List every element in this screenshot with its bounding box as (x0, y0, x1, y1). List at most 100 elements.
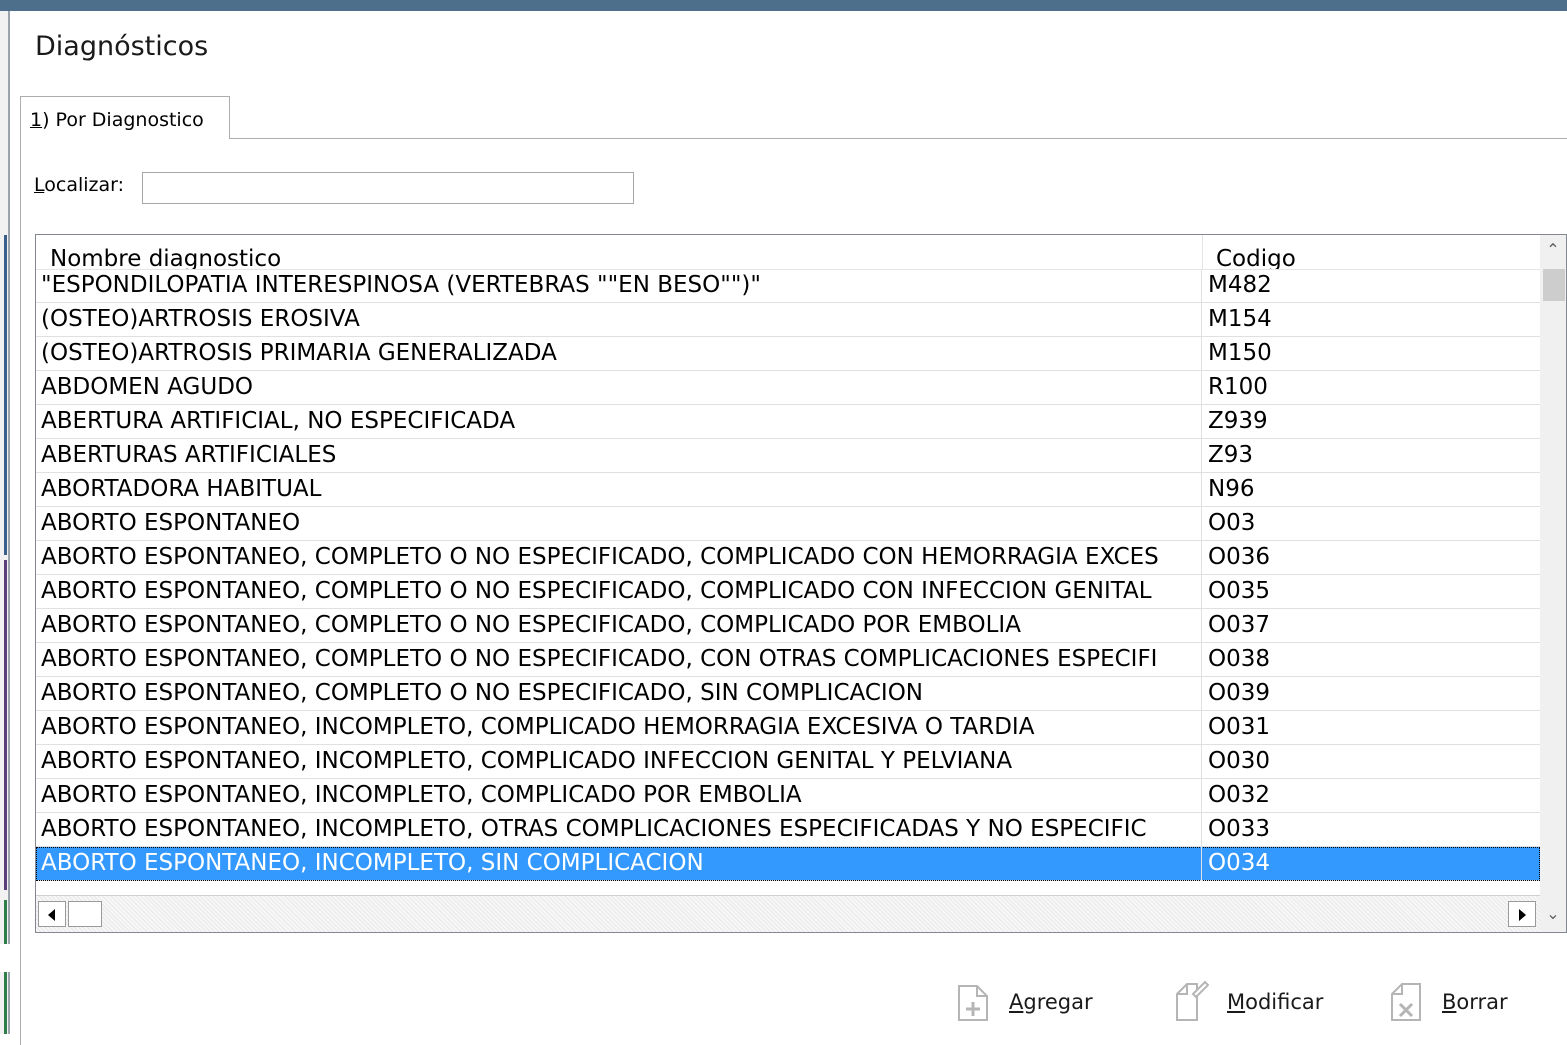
tab-panel-border (20, 138, 21, 1045)
cell-nombre: ABORTADORA HABITUAL (41, 476, 322, 502)
cell-separator (1201, 473, 1202, 507)
cell-codigo: O036 (1208, 544, 1271, 570)
scroll-left-icon[interactable] (38, 901, 66, 927)
table-row[interactable]: ABORTO ESPONTANEO, INCOMPLETO, COMPLICAD… (36, 745, 1540, 779)
cell-separator (1201, 677, 1202, 711)
background-app-accent (4, 560, 7, 890)
delete-button[interactable]: Borrar (1388, 973, 1508, 1031)
cell-codigo: O035 (1208, 578, 1271, 604)
cell-codigo: Z939 (1208, 408, 1268, 434)
cell-codigo: O031 (1208, 714, 1271, 740)
cell-codigo: R100 (1208, 374, 1268, 400)
table-row[interactable]: ABORTO ESPONTANEO, INCOMPLETO, COMPLICAD… (36, 779, 1540, 813)
cell-separator (1201, 711, 1202, 745)
search-label-accelerator: L (34, 174, 45, 196)
table-row[interactable]: ABORTO ESPONTANEO, INCOMPLETO, SIN COMPL… (36, 847, 1540, 881)
cell-separator (1201, 745, 1202, 779)
cell-codigo: O037 (1208, 612, 1271, 638)
cell-codigo: O03 (1208, 510, 1256, 536)
cell-separator (1201, 541, 1202, 575)
grid-header: Nombre diagnostico Codigo (36, 235, 1540, 270)
cell-nombre: ABORTO ESPONTANEO, COMPLETO O NO ESPECIF… (41, 544, 1159, 570)
scroll-down-icon[interactable]: ⌄ (1540, 895, 1566, 932)
table-row[interactable]: ABORTO ESPONTANEO O03 (36, 507, 1540, 541)
table-row[interactable]: ABORTO ESPONTANEO, COMPLETO O NO ESPECIF… (36, 677, 1540, 711)
modify-label: odificar (1245, 990, 1324, 1014)
cell-codigo: N96 (1208, 476, 1255, 502)
cell-codigo: O033 (1208, 816, 1271, 842)
column-separator[interactable] (1202, 235, 1203, 269)
table-row[interactable]: ABERTURA ARTIFICIAL, NO ESPECIFICADA Z939 (36, 405, 1540, 439)
cell-separator (1201, 337, 1202, 371)
grid-rows: "ESPONDILOPATIA INTERESPINOSA (VERTEBRAS… (36, 269, 1540, 881)
table-row[interactable]: ABORTO ESPONTANEO, INCOMPLETO, COMPLICAD… (36, 711, 1540, 745)
table-row[interactable]: ABORTO ESPONTANEO, COMPLETO O NO ESPECIF… (36, 541, 1540, 575)
search-label-text: ocalizar: (44, 174, 125, 196)
table-row[interactable]: ABORTO ESPONTANEO, COMPLETO O NO ESPECIF… (36, 643, 1540, 677)
cell-separator (1201, 813, 1202, 847)
table-row[interactable]: ABORTO ESPONTANEO, COMPLETO O NO ESPECIF… (36, 609, 1540, 643)
table-row[interactable]: ABORTADORA HABITUAL N96 (36, 473, 1540, 507)
edit-document-icon (1176, 980, 1209, 1021)
modify-accelerator: M (1227, 990, 1246, 1014)
cell-codigo: O038 (1208, 646, 1271, 672)
cell-separator (1201, 371, 1202, 405)
add-accelerator: A (1009, 990, 1024, 1014)
cell-separator (1201, 779, 1202, 813)
cell-separator (1201, 405, 1202, 439)
delete-accelerator: B (1442, 990, 1457, 1014)
cell-nombre: ABDOMEN AGUDO (41, 374, 254, 400)
cell-separator (1201, 609, 1202, 643)
title-bar-border (0, 0, 1567, 11)
cell-codigo: O034 (1208, 850, 1271, 876)
modify-button[interactable]: Modificar (1173, 973, 1323, 1031)
cell-nombre: (OSTEO)ARTROSIS PRIMARIA GENERALIZADA (41, 340, 557, 366)
table-row[interactable]: ABDOMEN AGUDO R100 (36, 371, 1540, 405)
cell-codigo: M150 (1208, 340, 1272, 366)
table-row[interactable]: (OSTEO)ARTROSIS PRIMARIA GENERALIZADA M15… (36, 337, 1540, 371)
vertical-scroll-thumb[interactable] (1543, 269, 1565, 301)
delete-label: orrar (1456, 990, 1508, 1014)
cell-nombre: ABERTURAS ARTIFICIALES (41, 442, 337, 468)
diagnosticos-dialog: Diagnósticos 1) Por Diagnostico Localiza… (10, 11, 1567, 1045)
tab-accelerator: 1 (30, 109, 43, 131)
background-app-accent (4, 235, 7, 555)
add-button[interactable]: Agregar (955, 973, 1093, 1031)
cell-nombre: ABORTO ESPONTANEO, INCOMPLETO, OTRAS COM… (41, 816, 1147, 842)
cell-nombre: ABORTO ESPONTANEO, COMPLETO O NO ESPECIF… (41, 612, 1021, 638)
diagnosis-grid[interactable]: Nombre diagnostico Codigo "ESPONDILOPATI… (35, 234, 1567, 933)
add-document-icon (958, 985, 988, 1021)
table-row[interactable]: ABORTO ESPONTANEO, INCOMPLETO, OTRAS COM… (36, 813, 1540, 847)
table-row[interactable]: ABERTURAS ARTIFICIALES Z93 (36, 439, 1540, 473)
search-label: Localizar: (34, 174, 124, 196)
scroll-up-icon[interactable]: ⌃ (1540, 235, 1566, 265)
search-input[interactable] (142, 172, 634, 204)
cell-separator (1201, 575, 1202, 609)
cell-separator (1201, 303, 1202, 337)
tab-strip-line (20, 138, 1567, 139)
scroll-right-icon[interactable] (1508, 901, 1536, 927)
table-row[interactable]: ABORTO ESPONTANEO, COMPLETO O NO ESPECIF… (36, 575, 1540, 609)
horizontal-scrollbar[interactable] (36, 895, 1540, 932)
cell-codigo: M154 (1208, 306, 1272, 332)
cell-separator (1201, 439, 1202, 473)
horizontal-scroll-thumb[interactable] (68, 901, 102, 927)
dialog-title: Diagnósticos (35, 31, 209, 62)
cell-nombre: ABERTURA ARTIFICIAL, NO ESPECIFICADA (41, 408, 516, 434)
column-header-nombre[interactable]: Nombre diagnostico (50, 235, 1200, 269)
table-row[interactable]: "ESPONDILOPATIA INTERESPINOSA (VERTEBRAS… (36, 269, 1540, 303)
cell-codigo: O030 (1208, 748, 1271, 774)
table-row[interactable]: (OSTEO)ARTROSIS EROSIVA M154 (36, 303, 1540, 337)
vertical-scrollbar[interactable]: ⌃ (1540, 235, 1566, 895)
cell-nombre: "ESPONDILOPATIA INTERESPINOSA (VERTEBRAS… (41, 272, 761, 298)
cell-codigo: Z93 (1208, 442, 1254, 468)
cell-codigo: O032 (1208, 782, 1271, 808)
cell-nombre: ABORTO ESPONTANEO, INCOMPLETO, COMPLICAD… (41, 748, 1013, 774)
cell-separator (1201, 269, 1202, 303)
cell-nombre: ABORTO ESPONTANEO, INCOMPLETO, SIN COMPL… (41, 850, 704, 876)
add-label: gregar (1023, 990, 1093, 1014)
column-header-codigo[interactable]: Codigo (1216, 235, 1516, 269)
cell-nombre: ABORTO ESPONTANEO, COMPLETO O NO ESPECIF… (41, 578, 1152, 604)
tab-por-diagnostico[interactable]: 1) Por Diagnostico (20, 96, 230, 139)
cell-codigo: M482 (1208, 272, 1272, 298)
